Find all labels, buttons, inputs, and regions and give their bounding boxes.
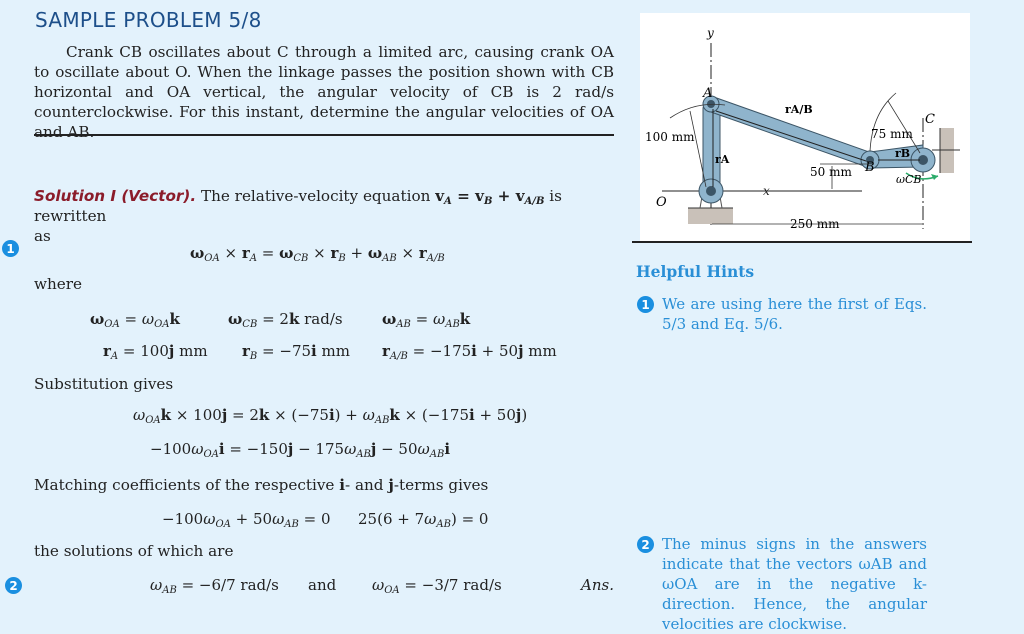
linkage-figure: y A 100 mm rA rA/B 75 mm C rB 50 mm B ωC… [640, 13, 970, 241]
problem-title: SAMPLE PROBLEM 5/8 [35, 8, 262, 32]
answer-omega-ab: ωAB = −6/7 rad/s [150, 576, 279, 596]
label-50mm: 50 mm [810, 165, 852, 179]
hints-title: Helpful Hints [636, 262, 755, 281]
label-r-a: rA [715, 153, 730, 166]
intro-equation: vA = vB + vA/B [435, 187, 545, 207]
divider-left [34, 134, 614, 136]
label-b: B [864, 160, 875, 175]
ground-o [688, 208, 733, 224]
def-r-ab: rA/B = −175i + 50j mm [382, 342, 557, 362]
vector-r-ab [715, 110, 867, 162]
where-text: where [34, 275, 83, 293]
label-o: O [656, 195, 667, 210]
def-omega-ab: ωAB = ωABk [382, 310, 471, 330]
equation-2: ωOAk × 100j = 2k × (−75i) + ωABk × (−175… [133, 406, 528, 426]
answer-label: Ans. [581, 576, 614, 594]
answer-omega-oa: ωOA = −3/7 rad/s [372, 576, 502, 596]
solutions-text: the solutions of which are [34, 542, 234, 560]
solution-heading: Solution I (Vector). [34, 187, 197, 205]
equation-4a: −100ωOA + 50ωAB = 0 [162, 510, 331, 530]
hint-2-badge: 2 [637, 536, 654, 553]
def-r-a: rA = 100j mm [103, 342, 208, 362]
label-y: y [706, 26, 714, 40]
hint-marker-2[interactable]: 2 [5, 577, 22, 594]
def-omega-oa: ωOA = ωOAk [90, 310, 180, 330]
arc-75 [869, 92, 897, 152]
label-omega-cb: ωCB [896, 173, 921, 186]
label-75mm: 75 mm [871, 127, 913, 141]
problem-statement: Crank CB oscillates about C through a li… [34, 43, 614, 141]
hint-1-badge: 1 [637, 296, 654, 313]
matching-text: Matching coefficients of the respective … [34, 476, 489, 494]
hint-1-text: We are using here the first of Eqs. 5/3 … [662, 295, 927, 333]
hint-2-text: The minus signs in the answers indicate … [662, 535, 927, 633]
label-250mm: 250 mm [790, 217, 840, 231]
label-r-b: rB [895, 147, 910, 160]
intro-text: The relative-velocity equation [200, 187, 431, 205]
divider-right [632, 241, 972, 243]
def-r-b: rB = −75i mm [242, 342, 350, 362]
answer-and: and [308, 576, 337, 594]
solution-intro: Solution I (Vector). The relative-veloci… [34, 186, 614, 246]
substitution-text: Substitution gives [34, 375, 174, 393]
def-omega-cb: ωCB = 2k rad/s [228, 310, 343, 330]
label-c: C [925, 112, 935, 127]
label-a: A [702, 86, 712, 101]
intro-as: as [34, 227, 51, 245]
equation-4b: 25(6 + 7ωAB) = 0 [358, 510, 489, 530]
label-x: x [763, 184, 770, 198]
linkage-diagram-svg: y A 100 mm rA rA/B 75 mm C rB 50 mm B ωC… [645, 26, 960, 231]
hint-marker-1[interactable]: 1 [2, 240, 19, 257]
label-r-ab: rA/B [785, 103, 813, 116]
label-100mm: 100 mm [645, 130, 695, 144]
equation-1: ωOA × rA = ωCB × rB + ωAB × rA/B [190, 244, 445, 264]
equation-3: −100ωOAi = −150j − 175ωABj − 50ωABi [150, 440, 451, 460]
